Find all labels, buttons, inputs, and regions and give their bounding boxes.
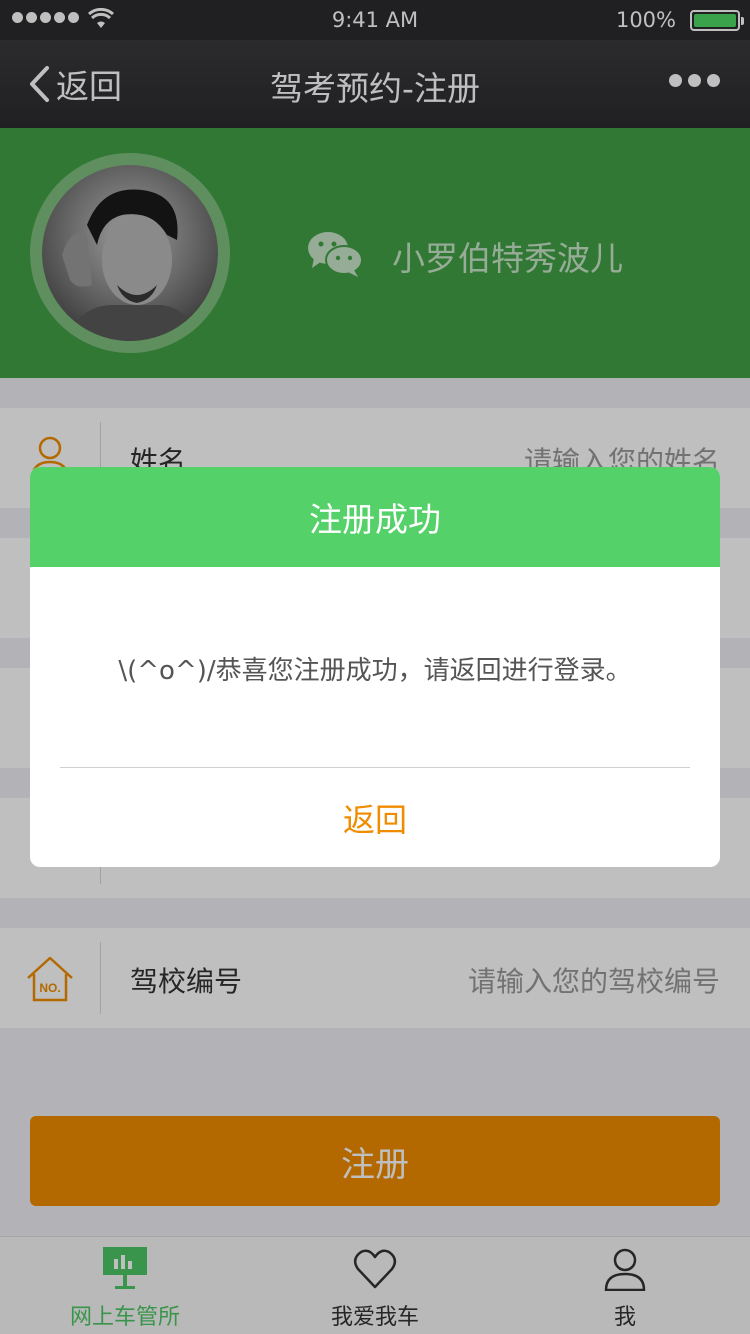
success-dialog: 注册成功 \(^o^)/恭喜您注册成功，请返回进行登录。 返回 bbox=[30, 467, 720, 867]
dialog-back-button[interactable]: 返回 bbox=[30, 768, 720, 867]
dialog-title: 注册成功 bbox=[30, 467, 720, 567]
dialog-message: \(^o^)/恭喜您注册成功，请返回进行登录。 bbox=[118, 656, 632, 686]
